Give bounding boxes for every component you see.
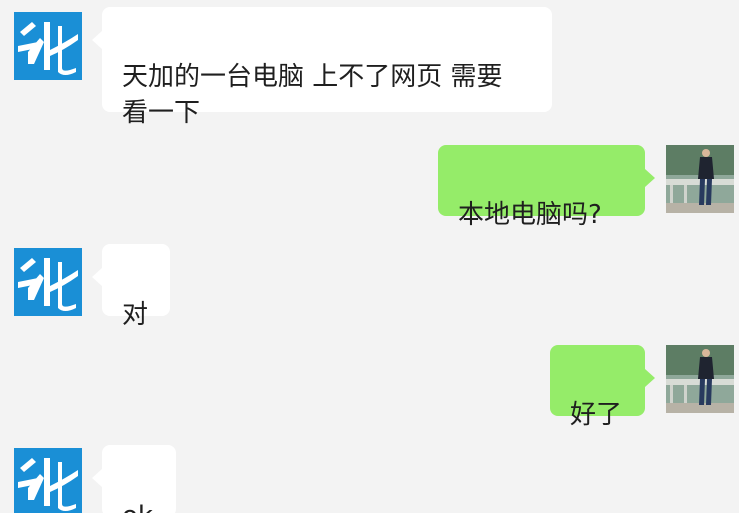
message-bubble-incoming[interactable]: ok — [92, 445, 176, 513]
company-logo-icon — [14, 448, 82, 513]
chat-message-list[interactable]: 天加的一台电脑 上不了网页 需要 看一下 本地电脑吗? 对 好了 — [0, 0, 739, 513]
message-bubble-outgoing[interactable]: 本地电脑吗? — [438, 145, 655, 230]
contact-logo-avatar[interactable] — [14, 12, 82, 80]
message-text: 天加的一台电脑 上不了网页 需要 看一下 — [122, 62, 503, 128]
user-avatar[interactable] — [666, 345, 734, 413]
user-avatar[interactable] — [666, 145, 734, 213]
message-text: 本地电脑吗? — [458, 200, 602, 230]
message-text: ok — [122, 501, 153, 513]
contact-logo-avatar[interactable] — [14, 448, 82, 513]
company-logo-icon — [14, 12, 82, 80]
message-text: 好了 — [570, 400, 623, 430]
message-text: 对 — [122, 300, 149, 330]
company-logo-icon — [14, 248, 82, 316]
user-photo-avatar — [666, 145, 734, 213]
message-bubble-incoming[interactable]: 对 — [92, 244, 170, 330]
message-bubble-outgoing[interactable]: 好了 — [550, 345, 655, 430]
contact-logo-avatar[interactable] — [14, 248, 82, 316]
user-photo-avatar — [666, 345, 734, 413]
message-bubble-incoming[interactable]: 天加的一台电脑 上不了网页 需要 看一下 — [92, 7, 552, 128]
